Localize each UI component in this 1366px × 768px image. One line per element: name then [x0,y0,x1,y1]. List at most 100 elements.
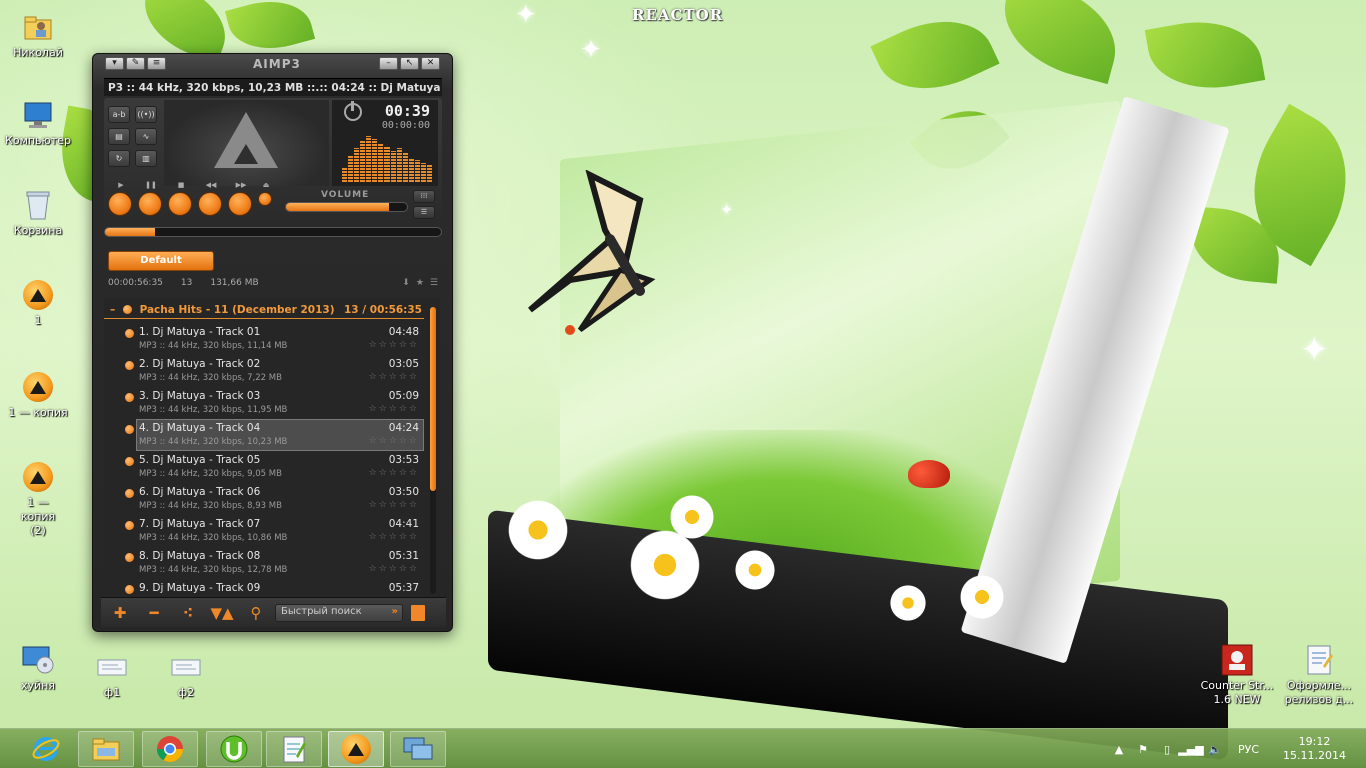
rating-stars-icon[interactable]: ☆☆☆☆☆ [369,468,419,478]
equalizer-button[interactable]: ⁞⁞⁞ [413,190,435,203]
desktop-icon-computer[interactable]: Компьютер [0,98,76,148]
minimize-button[interactable]: – [379,57,398,70]
desktop-icon-user-folder[interactable]: Николай [0,10,76,60]
search-icon[interactable]: ⚲ [241,601,271,625]
group-title: Pacha Hits - 11 (December 2013) [139,303,335,316]
taskbar-aimp[interactable] [328,731,384,767]
clock[interactable]: 19:12 15.11.2014 [1283,735,1346,763]
playlist-track-row[interactable]: 3. Dj Matuya - Track 03 05:09 MP3 :: 44 kH… [104,387,424,419]
playlist-scrollbar[interactable] [430,307,436,594]
previous-button[interactable]: ◀◀ [198,181,222,216]
menu-icon[interactable]: ▾ [105,57,124,70]
volume-slider[interactable] [285,202,408,212]
aimp-titlebar[interactable]: ▾ ✎ ≡ AIMP3 – ↖ ✕ [93,54,452,74]
equalizer-wave-button[interactable]: ∿ [135,128,157,145]
scrollbar-thumb[interactable] [430,307,436,491]
download-icon[interactable]: ⬇ [402,278,410,288]
open-button[interactable]: ⏏ [258,181,272,206]
desktop-icon-counter-strike[interactable]: Counter Str... 1.6 NEW [1199,643,1275,707]
pause-button[interactable]: ❚❚ [138,181,162,216]
desktop-icon-label: Компьютер [5,134,71,147]
ab-repeat-button[interactable]: a-b [108,106,130,123]
desktop-icon-disc-monitor[interactable]: хуйня [0,643,76,693]
time-elapsed[interactable]: 00:39 [385,102,430,120]
playlist[interactable]: – Pacha Hits - 11 (December 2013) 13 / 0… [104,299,440,594]
playlist-tab-default[interactable]: Default [108,251,214,271]
volume-icon[interactable]: 🔈 [1208,742,1222,756]
repeat-button[interactable]: ↻ [108,150,130,167]
show-hidden-icons-icon[interactable]: ▲ [1112,742,1126,756]
taskbar-internet-explorer[interactable] [18,731,74,767]
play-icon: ▶ [118,181,124,189]
rating-stars-icon[interactable]: ☆☆☆☆☆ [369,404,419,414]
taskbar-file-explorer[interactable] [78,731,134,767]
track-title: 4. Dj Matuya - Track 04 [139,422,261,434]
settings-icon[interactable]: ✎ [126,57,145,70]
file-info-icon[interactable] [411,604,425,621]
playlist-group-header[interactable]: – Pacha Hits - 11 (December 2013) 13 / 0… [104,301,424,319]
playlist-track-row[interactable]: 2. Dj Matuya - Track 02 03:05 MP3 :: 44 kH… [104,355,424,387]
remove-button[interactable]: ━ [139,601,169,625]
collapse-icon[interactable]: – [110,304,115,316]
transport-controls: ▶ ❚❚ ■ ◀◀ ▶▶ ⏏ [108,181,272,216]
rating-stars-icon[interactable]: ☆☆☆☆☆ [369,564,419,574]
desktop-icon-document[interactable]: Оформле... релизов д... [1272,643,1366,707]
battery-icon[interactable]: ▯ [1160,742,1174,756]
leaf-decoration [224,0,316,60]
playlist-size: 131,66 MB [210,278,259,288]
aimp-player-window[interactable]: ▾ ✎ ≡ AIMP3 – ↖ ✕ P3 :: 44 kHz, 320 kbps… [92,53,453,632]
playlist-track-row[interactable]: 5. Dj Matuya - Track 05 03:53 MP3 :: 44 kH… [104,451,424,483]
quick-search-input[interactable]: Быстрый поиск » [275,603,403,622]
radio-button[interactable]: ((•)) [135,106,157,123]
actions-icon[interactable]: ⁖ [173,601,203,625]
add-button[interactable]: ✚ [105,601,135,625]
rating-stars-icon[interactable]: ☆☆☆☆☆ [369,500,419,510]
list-icon[interactable]: ☰ [430,278,438,288]
playlist-track-row[interactable]: 9. Dj Matuya - Track 09 05:37 [104,579,424,594]
taskbar-notepad[interactable] [266,731,322,767]
desktop-icon-aimp-copy-2[interactable]: 1 — копия (2) [0,460,76,538]
playlist-track-row[interactable]: 6. Dj Matuya - Track 06 03:50 MP3 :: 44 kH… [104,483,424,515]
close-button[interactable]: ✕ [421,57,440,70]
stop-button[interactable]: ■ [168,181,192,216]
visualization-area[interactable] [164,100,329,186]
track-meta: MP3 :: 44 kHz, 320 kbps, 9,05 MB [139,469,282,479]
playlist-track-row[interactable]: 1. Dj Matuya - Track 01 04:48 MP3 :: 44 kH… [104,323,424,355]
eq-buttons: ⁞⁞⁞ ☰ [413,190,435,219]
playlist-toggle-button[interactable]: ☰ [413,206,435,219]
rating-stars-icon[interactable]: ☆☆☆☆☆ [369,436,419,446]
flag-icon[interactable]: ⚑ [1136,742,1150,756]
tray-button[interactable]: ↖ [400,57,419,70]
playlist-track-row[interactable]: 4. Dj Matuya - Track 04 04:24 MP3 :: 44 kH… [104,419,424,451]
star-icon[interactable]: ★ [416,278,424,288]
next-icon: ▶▶ [235,181,247,189]
language-indicator[interactable]: РУС [1238,743,1259,756]
taskbar-remote-desktop[interactable] [390,731,446,767]
layers-icon[interactable]: ≡ [147,57,166,70]
aimp-window-buttons: – ↖ ✕ [379,57,440,70]
desktop-icon-file-f1[interactable]: ф1 [74,650,150,700]
desktop-icon-aimp-copy[interactable]: 1 — копия [0,370,76,420]
taskbar-chrome[interactable] [142,731,198,767]
power-icon[interactable] [344,101,362,121]
playlist-button[interactable]: ▤ [108,128,130,145]
rating-stars-icon[interactable]: ☆☆☆☆☆ [369,340,419,350]
seek-bar[interactable] [104,227,442,237]
search-go-icon[interactable]: » [392,606,398,617]
play-button[interactable]: ▶ [108,181,132,216]
file-icon [169,650,203,684]
playlist-track-row[interactable]: 7. Dj Matuya - Track 07 04:41 MP3 :: 44 kH… [104,515,424,547]
playlist-toolbar: ✚ ━ ⁖ ▼▲ ⚲ Быстрый поиск » [101,597,446,627]
playlist-track-row[interactable]: 8. Dj Matuya - Track 08 05:31 MP3 :: 44 kH… [104,547,424,579]
network-signal-icon[interactable]: ▂▄▆ [1178,742,1203,756]
visualizer-button[interactable]: ▥ [135,150,157,167]
rating-stars-icon[interactable]: ☆☆☆☆☆ [369,532,419,542]
sort-icon[interactable]: ▼▲ [207,601,237,625]
desktop-icon-recycle-bin[interactable]: Корзина [0,188,76,238]
next-button[interactable]: ▶▶ [228,181,252,216]
rating-stars-icon[interactable]: ☆☆☆☆☆ [369,372,419,382]
taskbar-utorrent[interactable] [206,731,262,767]
track-meta: MP3 :: 44 kHz, 320 kbps, 10,23 MB [139,437,288,447]
desktop-icon-file-f2[interactable]: ф2 [148,650,224,700]
desktop-icon-aimp-1[interactable]: 1 [0,278,76,328]
